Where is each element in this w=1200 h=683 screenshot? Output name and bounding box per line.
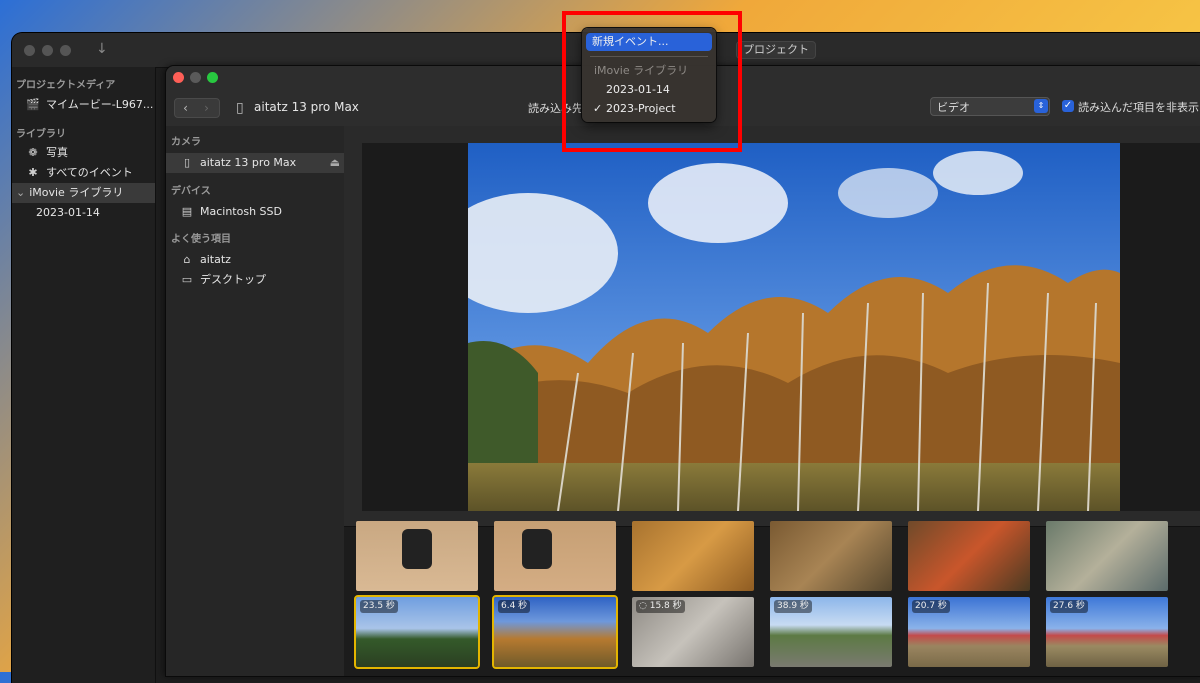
clip-thumbnail[interactable] bbox=[632, 521, 754, 591]
disclosure-chevron-icon[interactable]: ⌄ bbox=[16, 186, 25, 199]
clapper-icon: 🎬 bbox=[26, 98, 40, 111]
preview-frame bbox=[362, 143, 1200, 511]
device-title: aitatz 13 pro Max bbox=[254, 100, 359, 114]
library-sidebar: プロジェクトメディア 🎬 マイムービー-L967... ライブラリ ❁ 写真 ✱ すべ… bbox=[12, 67, 156, 683]
import-sidebar: カメラ ▯ aitatz 13 pro Max ⏏ デバイス ▤ Macintosh… bbox=[166, 126, 345, 676]
clip-thumbnail[interactable]: 6.4 秒 bbox=[492, 595, 618, 669]
library-header: ライブラリ bbox=[16, 129, 66, 140]
clip-thumbnail[interactable]: 38.9 秒 bbox=[770, 597, 892, 667]
red-highlight-annotation bbox=[562, 11, 742, 152]
video-preview-image[interactable] bbox=[468, 143, 1120, 511]
clip-duration: 23.5 秒 bbox=[360, 600, 398, 613]
clip-thumbnail[interactable] bbox=[770, 521, 892, 591]
hide-imported-label: 読み込んだ項目を非表示 bbox=[1078, 101, 1199, 114]
clip-thumbnail[interactable]: 23.5 秒 bbox=[354, 595, 480, 669]
flower-icon: ❁ bbox=[28, 146, 38, 159]
clip-thumbnail[interactable]: 20.7 秒 bbox=[908, 597, 1030, 667]
desktop-icon: ▭ bbox=[181, 273, 193, 286]
forest-sky-image bbox=[468, 143, 1120, 511]
import-window: ‹ › ▯ aitatz 13 pro Max 読み込み先 ビデオ ⇕ ✓ 読み込… bbox=[166, 66, 1200, 676]
watch-image bbox=[402, 529, 432, 569]
clip-duration: 38.9 秒 bbox=[774, 600, 812, 613]
hide-imported-checkbox[interactable]: ✓ bbox=[1062, 100, 1074, 112]
sidebar-item-macintosh-ssd[interactable]: ▤ Macintosh SSD bbox=[180, 202, 282, 222]
clip-thumbnail[interactable] bbox=[1046, 521, 1168, 591]
devices-header: デバイス bbox=[171, 186, 211, 197]
clip-duration: ◌ 15.8 秒 bbox=[636, 600, 685, 613]
nav-segment: ‹ › bbox=[174, 98, 220, 118]
sidebar-item-photos[interactable]: ❁ 写真 bbox=[26, 143, 68, 163]
projects-button[interactable]: プロジェクト bbox=[736, 41, 816, 59]
phone-icon: ▯ bbox=[236, 100, 244, 116]
sidebar-item-imovie-library[interactable]: ⌄ iMovie ライブラリ bbox=[12, 183, 155, 203]
home-icon: ⌂ bbox=[183, 253, 191, 266]
phone-icon: ▯ bbox=[183, 156, 191, 169]
preview-area bbox=[344, 126, 1200, 526]
sidebar-item-camera[interactable]: ▯ aitatz 13 pro Max ⏏ bbox=[166, 153, 344, 173]
favorites-header: よく使う項目 bbox=[171, 234, 231, 245]
sidebar-item-event[interactable]: 2023-01-14 bbox=[36, 203, 100, 223]
camera-header: カメラ bbox=[171, 137, 201, 148]
clip-thumbnail[interactable]: ◌ 15.8 秒 bbox=[632, 597, 754, 667]
clip-thumbnail[interactable] bbox=[356, 521, 478, 591]
zoom-button[interactable] bbox=[207, 72, 218, 83]
clip-thumbnail[interactable] bbox=[908, 521, 1030, 591]
import-arrow-icon[interactable]: ↓ bbox=[96, 41, 108, 57]
close-button[interactable] bbox=[173, 72, 184, 83]
clip-duration: 27.6 秒 bbox=[1050, 600, 1088, 613]
sidebar-item-desktop[interactable]: ▭ デスクトップ bbox=[180, 270, 266, 290]
clip-thumbnail[interactable] bbox=[494, 521, 616, 591]
clip-duration: 20.7 秒 bbox=[912, 600, 950, 613]
updown-chevron-icon: ⇕ bbox=[1034, 99, 1048, 113]
zoom-window-button[interactable] bbox=[60, 45, 71, 56]
clip-thumbnail[interactable]: 27.6 秒 bbox=[1046, 597, 1168, 667]
sidebar-item-all-events[interactable]: ✱ すべてのイベント bbox=[26, 163, 132, 183]
clip-duration: 6.4 秒 bbox=[498, 600, 531, 613]
minimize-button[interactable] bbox=[190, 72, 201, 83]
loading-spinner-icon: ◌ bbox=[639, 601, 647, 611]
back-chevron-icon[interactable]: ‹ bbox=[175, 99, 196, 117]
clip-browser: 23.5 秒 6.4 秒 ◌ 15.8 秒 38.9 秒 20.7 秒 27.6… bbox=[344, 521, 1200, 676]
close-window-button[interactable] bbox=[24, 45, 35, 56]
minimize-window-button[interactable] bbox=[42, 45, 53, 56]
hard-drive-icon: ▤ bbox=[181, 205, 193, 218]
watch-image bbox=[522, 529, 552, 569]
media-type-select[interactable]: ビデオ ⇕ bbox=[930, 97, 1050, 116]
forward-chevron-icon[interactable]: › bbox=[196, 99, 217, 117]
star-icon: ✱ bbox=[28, 166, 38, 179]
sidebar-item-project[interactable]: 🎬 マイムービー-L967... bbox=[26, 95, 154, 115]
project-media-header: プロジェクトメディア bbox=[16, 80, 116, 91]
eject-icon[interactable]: ⏏ bbox=[330, 153, 340, 173]
sidebar-item-home[interactable]: ⌂ aitatz bbox=[180, 250, 231, 270]
